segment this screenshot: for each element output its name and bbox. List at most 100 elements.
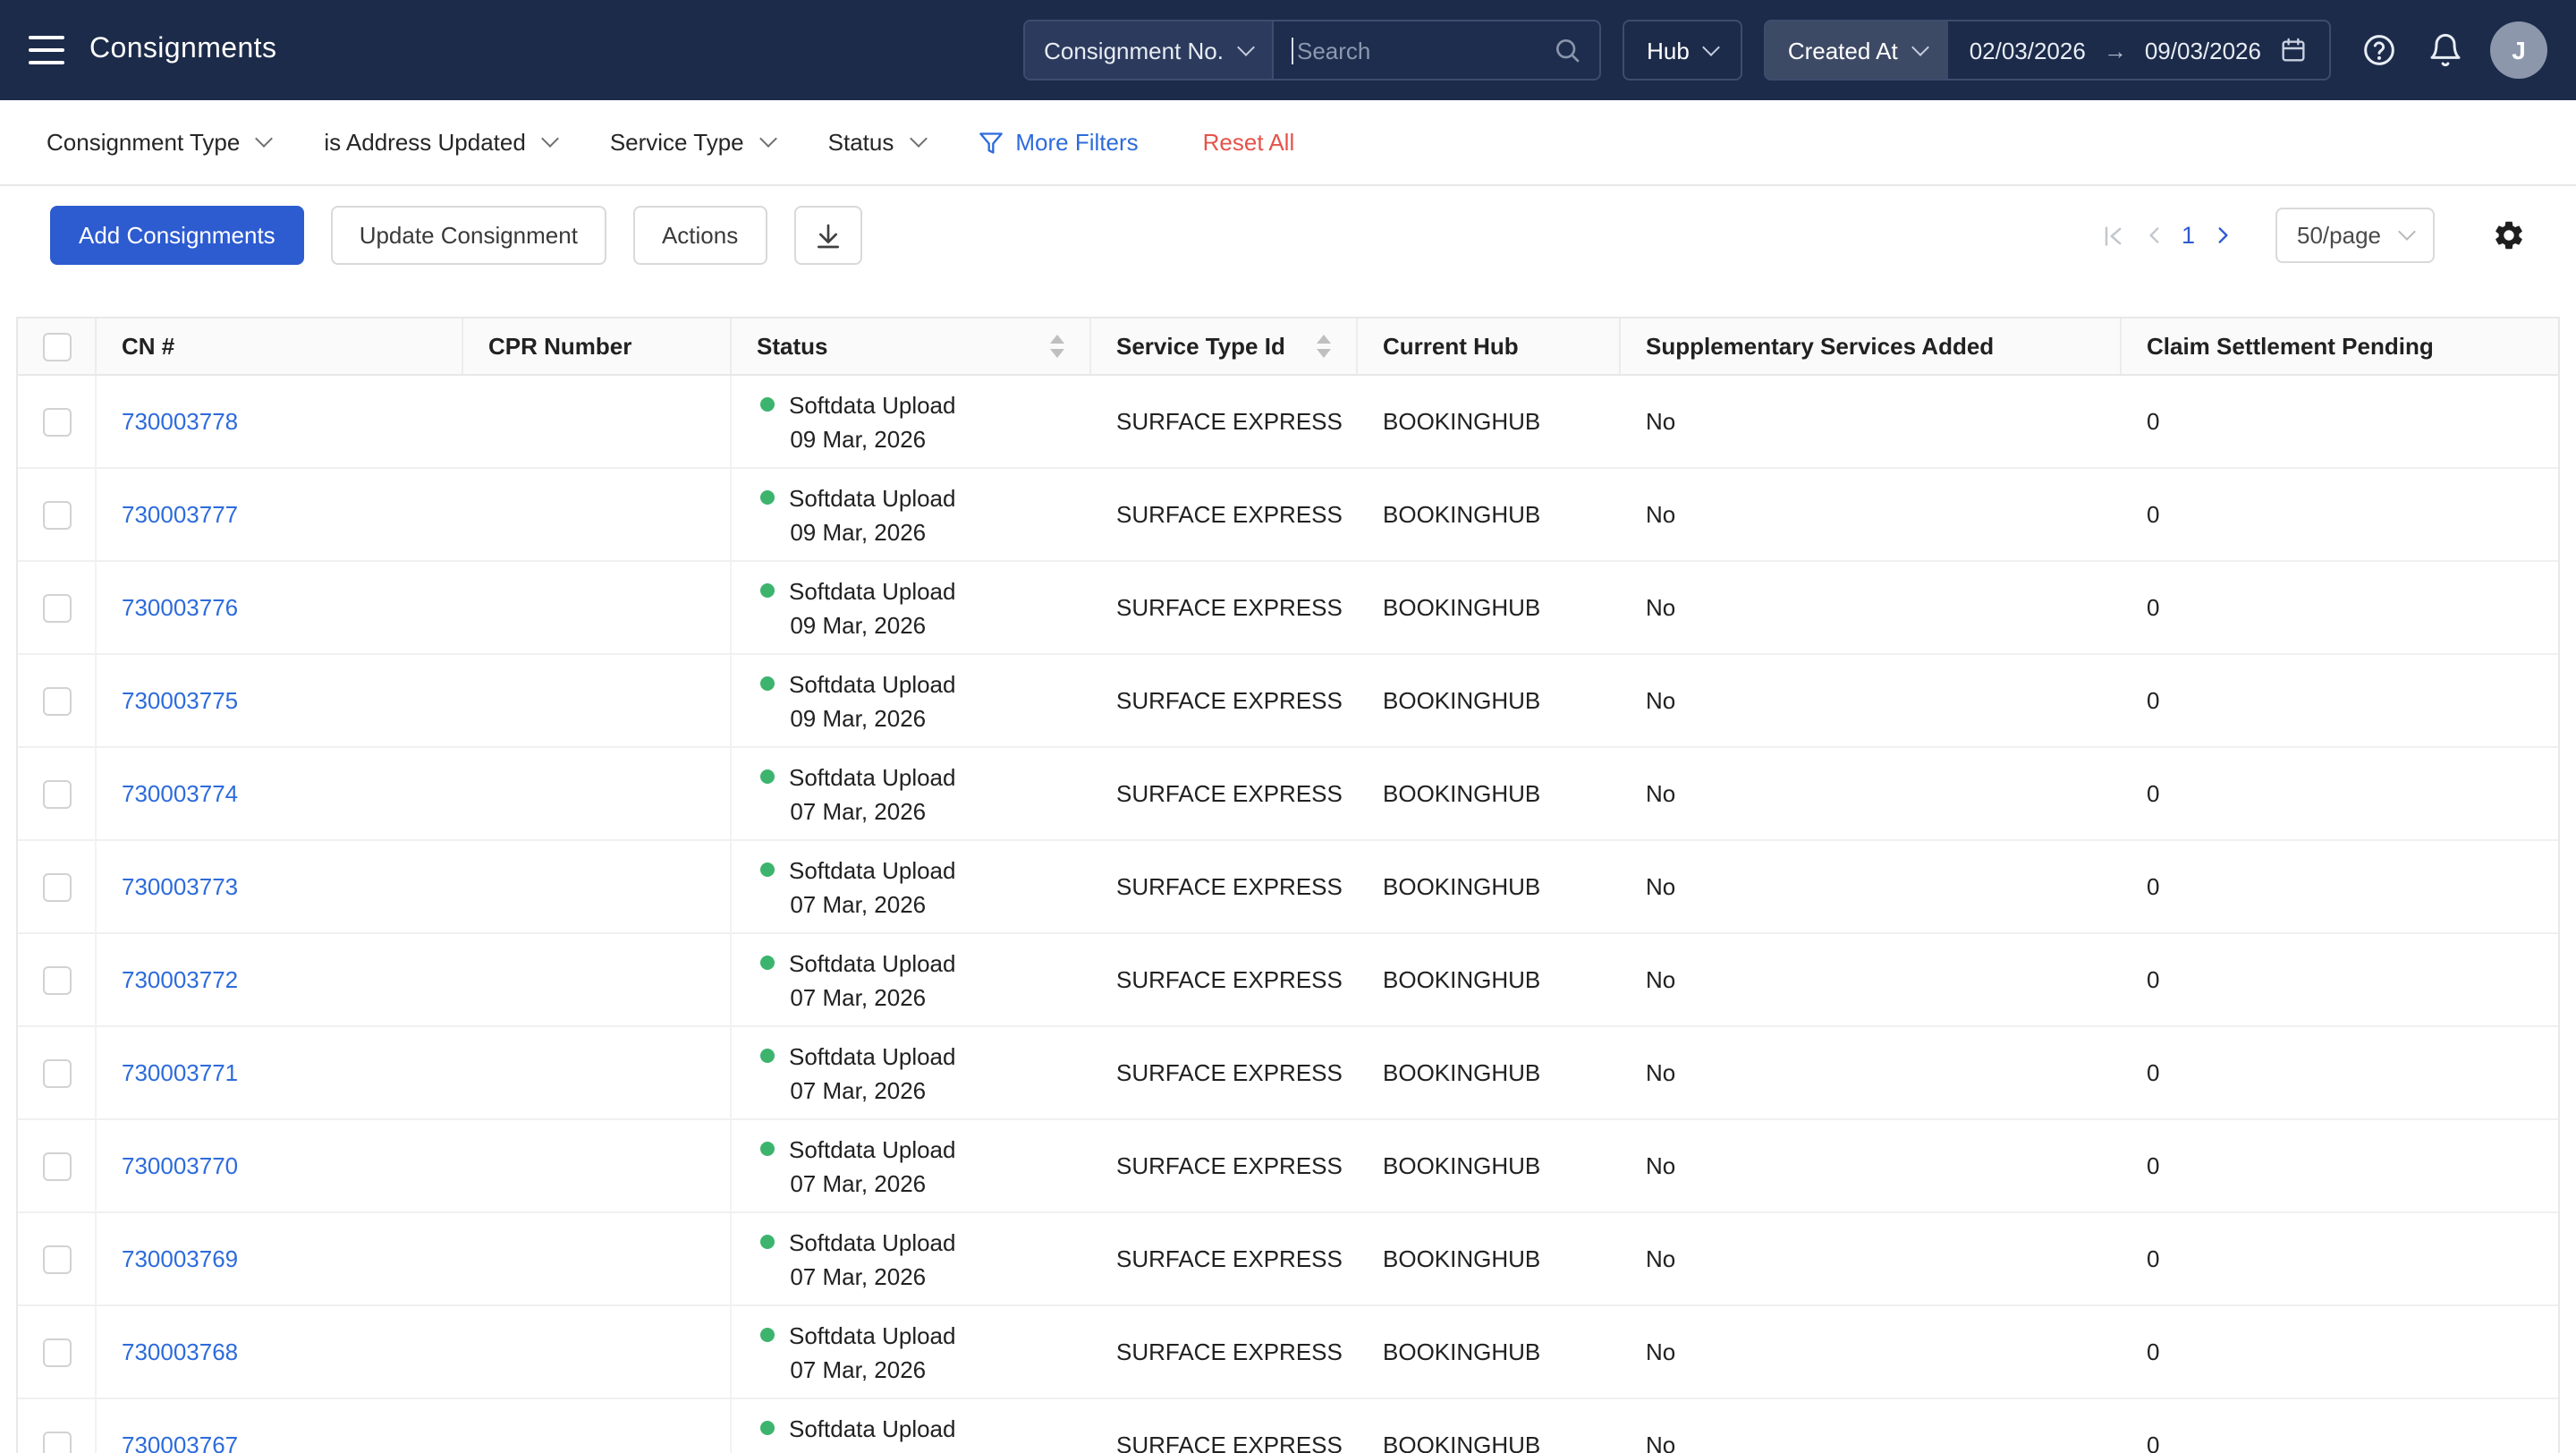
add-consignments-button[interactable]: Add Consignments	[50, 206, 304, 265]
cn-link[interactable]: 730003771	[122, 1059, 238, 1086]
row-checkbox[interactable]	[42, 1338, 71, 1366]
cn-cell: 730003772	[97, 934, 463, 1025]
table-body: 730003778 Softdata Upload 09 Mar, 2026 S…	[18, 376, 2558, 1453]
cn-link[interactable]: 730003768	[122, 1338, 238, 1365]
current-page-number[interactable]: 1	[2182, 222, 2195, 249]
status-dot-icon	[760, 1421, 775, 1435]
cn-cell: 730003770	[97, 1120, 463, 1211]
service-type-id-cell: SURFACE EXPRESS	[1091, 748, 1358, 839]
cn-link[interactable]: 730003775	[122, 687, 238, 714]
reset-all-button[interactable]: Reset All	[1203, 129, 1295, 156]
claim-settlement-cell: 0	[2122, 562, 2558, 653]
settings-gear-icon[interactable]	[2492, 218, 2526, 252]
sort-icon[interactable]	[1036, 335, 1064, 358]
actions-button[interactable]: Actions	[633, 206, 767, 265]
row-checkbox-cell	[18, 1120, 97, 1211]
row-checkbox[interactable]	[42, 500, 71, 529]
cn-link[interactable]: 730003769	[122, 1245, 238, 1272]
row-checkbox[interactable]	[42, 593, 71, 622]
date-to-value[interactable]: 09/03/2026	[2145, 37, 2261, 64]
page-size-dropdown[interactable]: 50/page	[2275, 208, 2435, 263]
search-input[interactable]: Search	[1274, 21, 1598, 79]
hamburger-menu-icon[interactable]	[29, 36, 64, 64]
funnel-icon	[978, 130, 1003, 155]
supplementary-services-cell: No	[1621, 841, 2122, 932]
update-consignment-button[interactable]: Update Consignment	[331, 206, 606, 265]
column-label: Service Type Id	[1116, 333, 1285, 360]
cn-link[interactable]: 730003773	[122, 873, 238, 900]
column-header-supplementary-services: Supplementary Services Added	[1621, 319, 2122, 374]
cn-link[interactable]: 730003778	[122, 408, 238, 435]
row-checkbox[interactable]	[42, 686, 71, 715]
search-icon[interactable]	[1552, 36, 1580, 64]
service-type-id-cell: SURFACE EXPRESS	[1091, 1306, 1358, 1398]
chevron-down-icon	[759, 130, 777, 148]
user-avatar[interactable]: J	[2490, 21, 2547, 79]
claim-settlement-cell: 0	[2122, 469, 2558, 560]
row-checkbox[interactable]	[42, 407, 71, 436]
column-header-status[interactable]: Status	[732, 319, 1091, 374]
row-checkbox[interactable]	[42, 1245, 71, 1273]
download-button[interactable]	[793, 206, 861, 265]
date-range-picker[interactable]: 02/03/2026 → 09/03/2026	[1948, 21, 2329, 79]
cn-link[interactable]: 730003770	[122, 1152, 238, 1179]
supplementary-services-cell: No	[1621, 748, 2122, 839]
row-checkbox-cell	[18, 1399, 97, 1453]
next-page-button[interactable]	[2207, 221, 2236, 250]
cn-link[interactable]: 730003776	[122, 594, 238, 621]
cn-cell: 730003778	[97, 376, 463, 467]
row-checkbox[interactable]	[42, 1431, 71, 1453]
cn-cell: 730003767	[97, 1399, 463, 1453]
help-icon[interactable]	[2361, 32, 2397, 68]
calendar-icon[interactable]	[2279, 36, 2308, 64]
cpr-number-cell	[463, 841, 732, 932]
cpr-number-cell	[463, 469, 732, 560]
filter-status[interactable]: Status	[828, 129, 925, 156]
current-hub-cell: BOOKINGHUB	[1358, 1213, 1621, 1304]
row-checkbox[interactable]	[42, 779, 71, 808]
service-type-id-cell: SURFACE EXPRESS	[1091, 934, 1358, 1025]
cn-link[interactable]: 730003774	[122, 780, 238, 807]
row-checkbox[interactable]	[42, 872, 71, 901]
prev-page-button[interactable]	[2140, 221, 2169, 250]
row-checkbox-cell	[18, 1027, 97, 1118]
current-hub-cell: BOOKINGHUB	[1358, 1027, 1621, 1118]
status-dot-icon	[760, 1142, 775, 1156]
cn-link[interactable]: 730003767	[122, 1432, 238, 1453]
consignments-table: CN # CPR Number Status Service Type Id C…	[16, 317, 2560, 1453]
status-label: Softdata Upload	[789, 1318, 955, 1352]
row-checkbox-cell	[18, 1306, 97, 1398]
supplementary-services-cell: No	[1621, 934, 2122, 1025]
service-type-id-cell: SURFACE EXPRESS	[1091, 655, 1358, 746]
column-header-service-type-id[interactable]: Service Type Id	[1091, 319, 1358, 374]
service-type-id-cell: SURFACE EXPRESS	[1091, 841, 1358, 932]
filter-label: is Address Updated	[324, 129, 525, 156]
select-all-checkbox[interactable]	[42, 332, 71, 361]
column-header-cn: CN #	[97, 319, 463, 374]
table-row: 730003775 Softdata Upload 09 Mar, 2026 S…	[18, 655, 2558, 748]
filter-service-type[interactable]: Service Type	[610, 129, 775, 156]
date-from-value[interactable]: 02/03/2026	[1970, 37, 2086, 64]
more-filters-button[interactable]: More Filters	[978, 129, 1138, 156]
claim-settlement-cell: 0	[2122, 841, 2558, 932]
cn-link[interactable]: 730003777	[122, 501, 238, 528]
claim-settlement-cell: 0	[2122, 934, 2558, 1025]
filter-is-address-updated[interactable]: is Address Updated	[324, 129, 555, 156]
current-hub-cell: BOOKINGHUB	[1358, 1306, 1621, 1398]
row-checkbox[interactable]	[42, 1151, 71, 1180]
status-cell: Softdata Upload 09 Mar, 2026	[732, 376, 1091, 467]
row-checkbox[interactable]	[42, 965, 71, 994]
status-dot-icon	[760, 583, 775, 598]
notifications-bell-icon[interactable]	[2428, 32, 2463, 68]
first-page-button[interactable]	[2099, 221, 2128, 250]
filter-consignment-type[interactable]: Consignment Type	[47, 129, 270, 156]
cn-cell: 730003771	[97, 1027, 463, 1118]
sort-icon[interactable]	[1302, 335, 1331, 358]
table-row: 730003767 Softdata Upload 07 Mar, 2026 S…	[18, 1399, 2558, 1453]
hub-dropdown[interactable]: Hub	[1622, 20, 1743, 81]
cn-link[interactable]: 730003772	[122, 966, 238, 993]
supplementary-services-cell: No	[1621, 1213, 2122, 1304]
row-checkbox[interactable]	[42, 1058, 71, 1087]
search-category-dropdown[interactable]: Consignment No.	[1024, 21, 1274, 79]
created-at-dropdown[interactable]: Created At	[1767, 21, 1948, 79]
